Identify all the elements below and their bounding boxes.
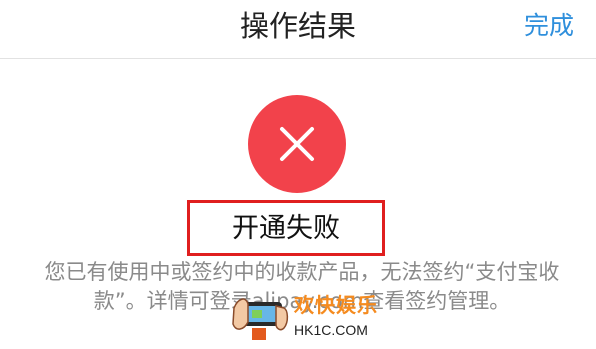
result-title: 开通失败 (232, 213, 340, 244)
page-title: 操作结果 (239, 9, 356, 43)
navigation-bar: 操作结果 完成 (0, 0, 596, 59)
watermark-domain-text: HK1C.COM (294, 322, 368, 338)
fail-status-icon (248, 95, 346, 193)
done-button[interactable]: 完成 (524, 9, 574, 43)
game-controller-logo-icon (232, 298, 289, 340)
result-highlight-box: 开通失败 (187, 200, 385, 256)
watermark-brand-text: 欢快娱乐 (294, 293, 378, 317)
close-icon (280, 127, 314, 161)
watermark: 欢快娱乐 HK1C.COM (228, 284, 388, 344)
